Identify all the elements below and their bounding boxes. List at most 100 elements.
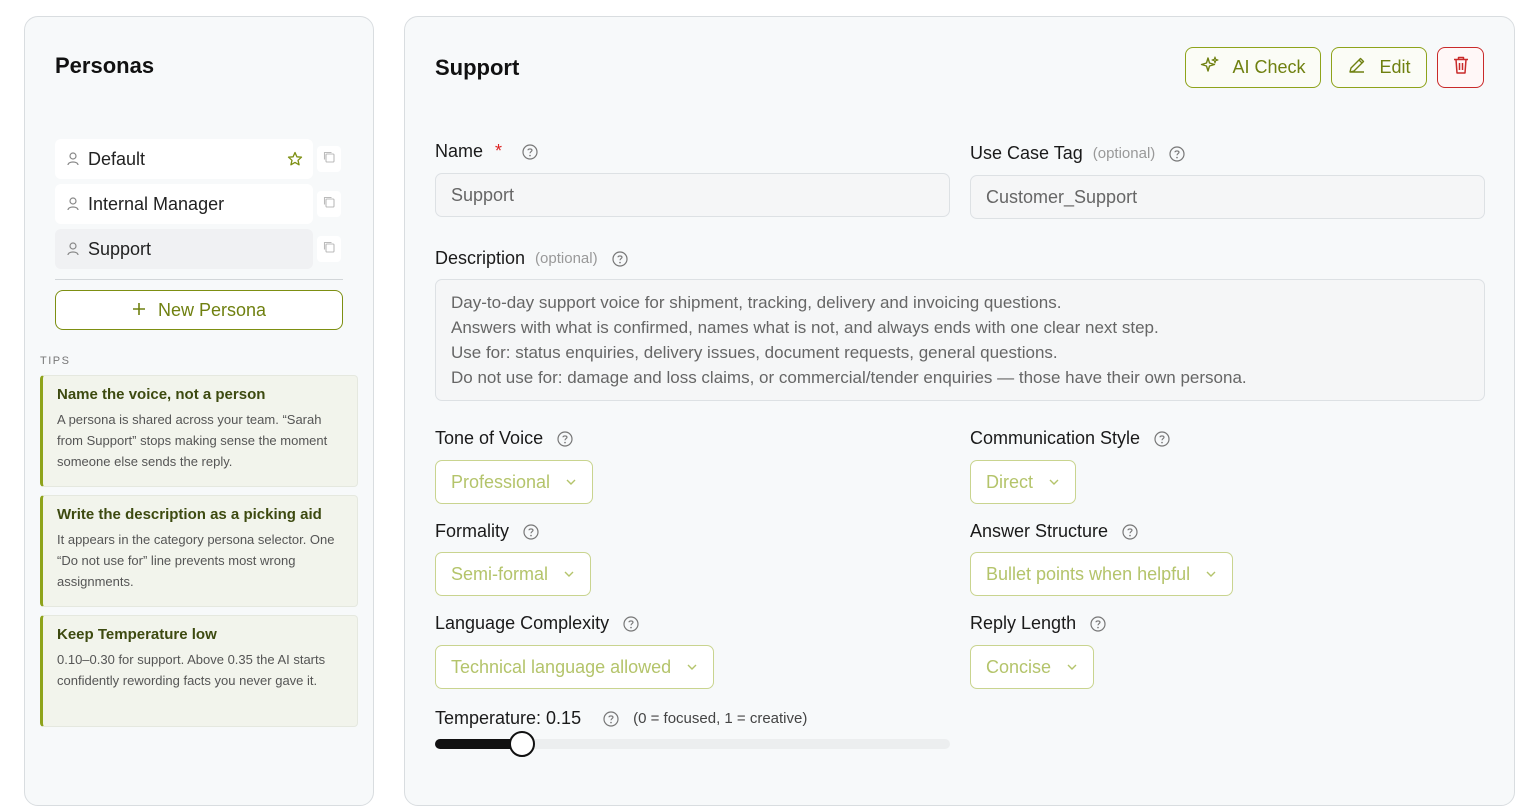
persona-detail-panel: Support AI Check Edit Name * Support Use …: [404, 16, 1515, 806]
pencil-icon: [1347, 55, 1367, 80]
use-case-tag-input[interactable]: Customer_Support: [970, 175, 1485, 219]
copy-persona-button[interactable]: [317, 191, 341, 217]
answer-structure-label: Answer Structure: [970, 521, 1138, 542]
tip-card: Name the voice, not a person A persona i…: [40, 375, 358, 487]
reply-length-select[interactable]: Concise: [970, 645, 1095, 689]
required-marker: *: [495, 141, 503, 161]
copy-icon: [322, 195, 336, 214]
select-value: Semi-formal: [451, 563, 549, 584]
answer-structure-label-text: Answer Structure: [970, 521, 1109, 541]
reply-length-label-text: Reply Length: [970, 613, 1077, 633]
select-value: Professional: [451, 471, 551, 492]
answer-structure-select[interactable]: Bullet points when helpful: [970, 552, 1234, 596]
select-value: Direct: [986, 471, 1034, 492]
name-label-text: Name: [435, 141, 484, 161]
communication-style-select[interactable]: Direct: [970, 460, 1077, 504]
tip-title: Name the voice, not a person: [57, 386, 266, 403]
help-icon[interactable]: [1169, 145, 1185, 162]
copy-persona-button[interactable]: [317, 236, 341, 262]
select-value: Technical language allowed: [451, 656, 672, 677]
tip-card: Keep Temperature low 0.10–0.30 for suppo…: [40, 615, 358, 727]
copy-icon: [322, 240, 336, 259]
select-value: Bullet points when helpful: [986, 563, 1191, 584]
description-line: Answers with what is confirmed, names wh…: [451, 318, 1159, 337]
description-line: Do not use for: damage and loss claims, …: [451, 368, 1247, 387]
optional-tag: (optional): [535, 250, 598, 267]
comm-style-label-text: Communication Style: [970, 428, 1141, 448]
edit-button[interactable]: Edit: [1331, 47, 1427, 88]
description-line: Day-to-day support voice for shipment, t…: [451, 293, 1062, 312]
persona-item-default[interactable]: Default: [55, 139, 313, 179]
help-icon[interactable]: [611, 250, 628, 267]
edit-label: Edit: [1379, 57, 1411, 77]
help-icon[interactable]: [1122, 523, 1138, 540]
new-persona-button[interactable]: New Persona: [55, 290, 343, 330]
help-icon[interactable]: [623, 615, 639, 632]
help-icon[interactable]: [603, 710, 619, 727]
help-icon[interactable]: [557, 430, 573, 447]
help-icon[interactable]: [1090, 615, 1106, 632]
use-case-label-text: Use Case Tag: [970, 143, 1083, 163]
temperature-label: Temperature: 0.15 (0 = focused, 1 = crea…: [435, 708, 807, 729]
optional-tag: (optional): [1092, 145, 1156, 162]
persona-label: Default: [88, 148, 146, 169]
tone-of-voice-select[interactable]: Professional: [435, 460, 594, 504]
copy-icon: [322, 150, 336, 169]
delete-button[interactable]: [1437, 47, 1484, 88]
help-icon[interactable]: [1154, 430, 1170, 447]
description-label: Description (optional): [435, 248, 628, 269]
persona-title: Support: [435, 55, 520, 80]
persona-label: Support: [88, 238, 152, 259]
new-persona-label: New Persona: [157, 299, 267, 320]
chevron-down-icon: [685, 660, 699, 674]
persona-item-support[interactable]: Support: [55, 229, 313, 269]
copy-persona-button[interactable]: [317, 146, 341, 172]
tip-body: It appears in the category persona selec…: [57, 532, 335, 589]
tip-card: Write the description as a picking aid I…: [40, 495, 358, 607]
select-value: Concise: [986, 656, 1052, 677]
reply-length-label: Reply Length: [970, 613, 1106, 634]
chevron-down-icon: [562, 567, 576, 581]
description-textarea[interactable]: Day-to-day support voice for shipment, t…: [435, 279, 1485, 401]
tone-of-voice-label: Tone of Voice: [435, 428, 573, 449]
description-label-text: Description: [435, 248, 526, 268]
formality-label: Formality: [435, 521, 539, 542]
user-icon: [67, 242, 79, 256]
communication-style-label: Communication Style: [970, 428, 1170, 449]
persona-item-internal-manager[interactable]: Internal Manager: [55, 184, 313, 224]
star-icon[interactable]: [287, 151, 303, 167]
formality-select[interactable]: Semi-formal: [435, 552, 592, 596]
tone-label-text: Tone of Voice: [435, 428, 544, 448]
description-line: Use for: status enquiries, delivery issu…: [451, 343, 1058, 362]
temperature-hint: (0 = focused, 1 = creative): [633, 710, 808, 727]
plus-icon: [132, 300, 146, 321]
divider: [55, 279, 343, 280]
slider-thumb[interactable]: [509, 731, 536, 757]
help-icon[interactable]: [522, 143, 538, 160]
help-icon[interactable]: [523, 523, 539, 540]
use-case-tag-label: Use Case Tag (optional): [970, 143, 1185, 164]
personas-panel: Personas Default Internal Manager Suppor…: [24, 16, 374, 806]
temperature-label-text: Temperature: 0.15: [435, 708, 582, 728]
chevron-down-icon: [1047, 475, 1061, 489]
user-icon: [67, 152, 79, 166]
language-complexity-select[interactable]: Technical language allowed: [435, 645, 715, 689]
temperature-slider[interactable]: [435, 731, 950, 757]
language-label-text: Language Complexity: [435, 613, 610, 633]
tip-body: 0.10–0.30 for support. Above 0.35 the AI…: [57, 652, 326, 688]
language-complexity-label: Language Complexity: [435, 613, 639, 634]
tips-label: TIPS: [40, 355, 71, 367]
formality-label-text: Formality: [435, 521, 510, 541]
tip-title: Keep Temperature low: [57, 626, 217, 643]
ai-check-button[interactable]: AI Check: [1185, 47, 1321, 88]
name-label: Name *: [435, 141, 538, 162]
trash-icon: [1452, 55, 1470, 80]
user-icon: [67, 197, 79, 211]
name-input[interactable]: Support: [435, 173, 950, 217]
persona-label: Internal Manager: [88, 193, 225, 214]
chevron-down-icon: [564, 475, 578, 489]
tip-title: Write the description as a picking aid: [57, 506, 322, 523]
tip-body: A persona is shared across your team. “S…: [57, 412, 328, 469]
chevron-down-icon: [1065, 660, 1079, 674]
ai-check-label: AI Check: [1232, 57, 1306, 77]
